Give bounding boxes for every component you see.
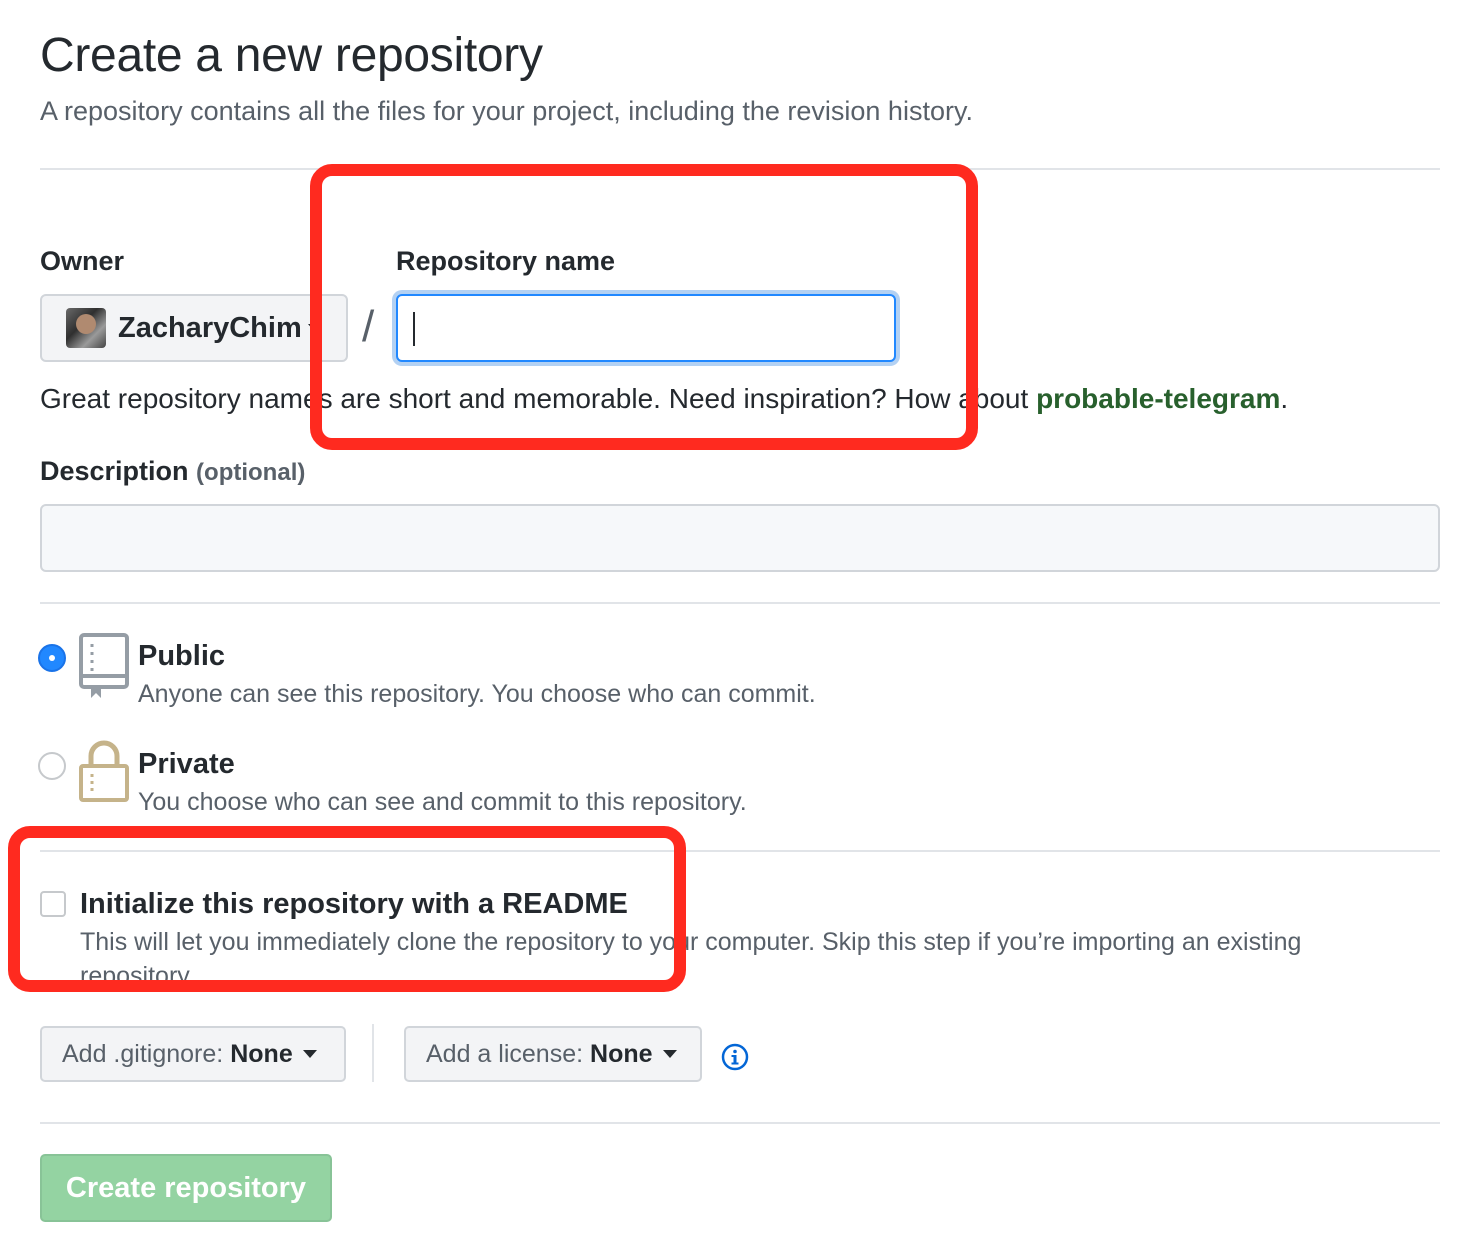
description-label-text: Description: [40, 456, 189, 486]
optional-tag: (optional): [196, 459, 306, 486]
create-repository-button[interactable]: Create repository: [40, 1154, 332, 1222]
public-label: Public: [138, 640, 226, 672]
repository-name-hint: Great repository names are short and mem…: [40, 383, 1288, 415]
chevron-down-icon: [307, 324, 322, 332]
gitignore-dropdown[interactable]: Add .gitignore: None: [40, 1026, 346, 1082]
chevron-down-icon: [662, 1050, 677, 1058]
owner-repo-separator: /: [362, 302, 375, 351]
owner-name: ZacharyChim: [118, 311, 302, 344]
description-divider: [40, 602, 1440, 604]
public-radio[interactable]: [38, 644, 66, 672]
info-icon[interactable]: [721, 1043, 749, 1071]
hint-suffix: .: [1280, 383, 1289, 414]
header-divider: [40, 168, 1440, 170]
owner-dropdown[interactable]: ZacharyChim: [40, 294, 348, 362]
private-radio[interactable]: [38, 752, 66, 780]
page-title: Create a new repository: [40, 29, 543, 82]
chevron-down-icon: [302, 1050, 317, 1058]
readme-label: Initialize this repository with a README: [80, 888, 628, 920]
suggested-name-link[interactable]: probable-telegram: [1036, 383, 1280, 414]
lock-icon: [78, 740, 130, 809]
private-label: Private: [138, 748, 235, 780]
visibility-divider: [40, 850, 1440, 852]
license-value: None: [590, 1039, 653, 1068]
readme-description: This will let you immediately clone the …: [80, 928, 1302, 956]
description-label: Description (optional): [40, 456, 305, 487]
readme-checkbox[interactable]: [40, 891, 66, 917]
dropdown-separator: [372, 1024, 374, 1082]
description-input[interactable]: [40, 504, 1440, 572]
private-description: You choose who can see and commit to thi…: [138, 788, 747, 816]
hint-text: Great repository names are short and mem…: [40, 383, 1037, 414]
owner-label: Owner: [40, 246, 125, 276]
public-description: Anyone can see this repository. You choo…: [138, 680, 816, 708]
text-cursor: [413, 312, 415, 346]
repository-name-label: Repository name: [396, 246, 616, 276]
repository-name-input[interactable]: [396, 294, 896, 362]
footer-divider: [40, 1122, 1440, 1124]
repo-icon: [78, 632, 130, 707]
page-subtitle: A repository contains all the files for …: [40, 96, 973, 126]
gitignore-value: None: [230, 1039, 293, 1068]
avatar: [66, 308, 106, 348]
license-label: Add a license:: [426, 1039, 584, 1068]
license-dropdown[interactable]: Add a license: None: [404, 1026, 702, 1082]
gitignore-label: Add .gitignore:: [62, 1039, 224, 1068]
readme-description-overflow: repository.: [80, 962, 195, 984]
